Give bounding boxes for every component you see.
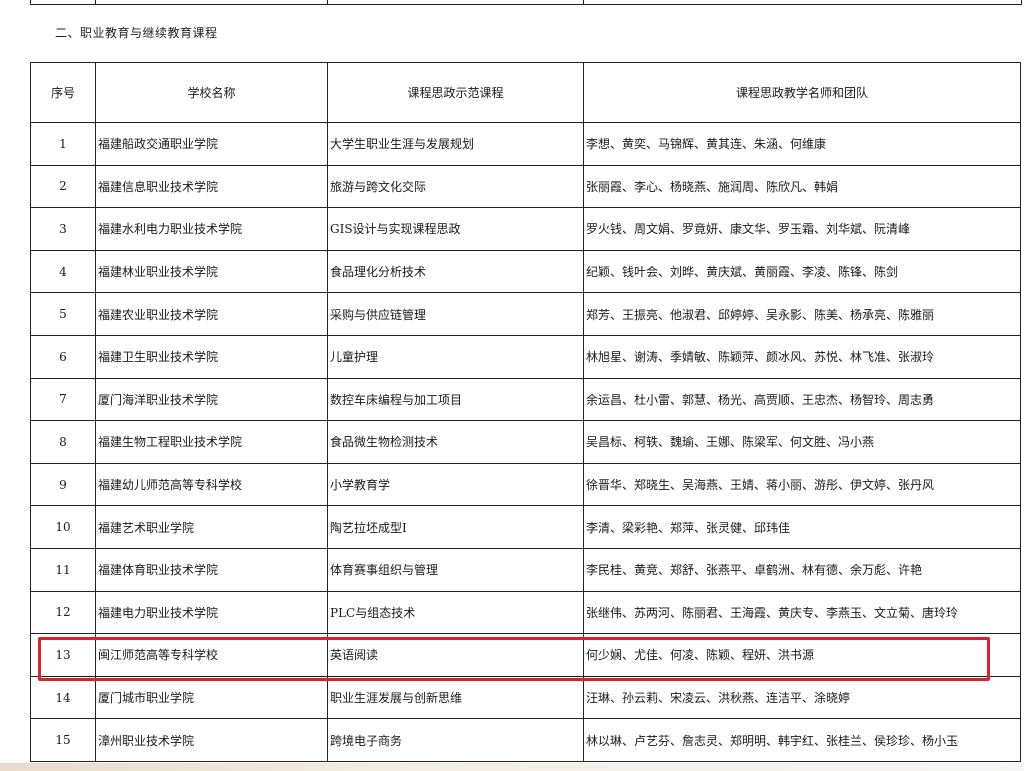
cell-index: 9 [30,462,96,507]
header-model-course: 课程思政示范课程 [327,62,584,123]
cell-teacher-team: 何少娴、尤佳、何凌、陈颖、程妍、洪书源 [583,633,1021,677]
table-row: 10 福建艺术职业学院 陶艺拉坯成型I 李清、梁彩艳、郑萍、张灵健、邱玮佳 [30,505,1021,549]
cell-index: 7 [30,377,96,422]
cell-course-name: 旅游与跨文化交际 [327,164,584,209]
cell-school-name: 福建艺术职业学院 [95,505,328,549]
cell-teacher-team: 李想、黄奕、马锦辉、黄其连、朱涵、何维康 [583,122,1021,166]
cell-index: 4 [30,249,96,294]
cell-index: 12 [30,590,96,635]
cell-course-name: 食品微生物检测技术 [327,420,584,464]
table-row: 5 福建农业职业技术学院 采购与供应链管理 郑芳、王振亮、他淑君、邱婷婷、吴永影、陈美… [30,292,1021,336]
cell-course-name: 儿童护理 [327,334,584,379]
cell-school-name: 福建幼儿师范高等专科学校 [95,462,328,507]
header-index: 序号 [30,62,96,123]
cell-school-name: 厦门海洋职业技术学院 [95,377,328,422]
cell-teacher-team: 吴昌标、柯轶、魏瑜、王娜、陈梁军、何文胜、冯小燕 [583,420,1021,464]
table-row: 15 漳州职业技术学院 跨境电子商务 林以琳、卢艺芬、詹志灵、郑明明、韩宇红、张桂兰、… [30,718,1021,762]
cell-school-name: 福建林业职业技术学院 [95,249,328,294]
header-school-name: 学校名称 [95,62,328,123]
course-table: 序号 学校名称 课程思政示范课程 课程思政教学名师和团队 1 福建船政交通职业学院… [30,62,1021,762]
cell-index: 11 [30,547,96,592]
table-row: 12 福建电力职业技术学院 PLC与组态技术 张继伟、苏两河、陈丽君、王海霞、黄庆专、… [30,590,1021,635]
cell-teacher-team: 李清、梁彩艳、郑萍、张灵健、邱玮佳 [583,505,1021,549]
table-row: 3 福建水利电力职业技术学院 GIS设计与实现课程思政 罗火钱、周文娟、罗竟妍、康文华… [30,207,1021,251]
cell-school-name: 福建电力职业技术学院 [95,590,328,635]
table-row: 13 闽江师范高等专科学校 英语阅读 何少娴、尤佳、何凌、陈颖、程妍、洪书源 [30,633,1021,677]
table-row: 9 福建幼儿师范高等专科学校 小学教育学 徐晋华、郑晓生、吴海燕、王婧、蒋小丽、游彤、… [30,462,1021,507]
cell-school-name: 福建信息职业技术学院 [95,164,328,209]
cell-teacher-team: 张继伟、苏两河、陈丽君、王海霞、黄庆专、李燕玉、文立菊、唐玲玲 [583,590,1021,635]
cell-teacher-team: 林以琳、卢艺芬、詹志灵、郑明明、韩宇红、张桂兰、侯珍珍、杨小玉 [583,718,1021,762]
table-row: 14 厦门城市职业学院 职业生涯发展与创新思维 汪琳、孙云莉、宋凌云、洪秋燕、连洁平、… [30,675,1021,720]
table-row: 4 福建林业职业技术学院 食品理化分析技术 纪颖、钱叶会、刘晔、黄庆斌、黄丽霞、李凌、… [30,249,1021,294]
table-row: 7 厦门海洋职业技术学院 数控车床编程与加工项目 余运昌、杜小雷、郭慧、杨光、高贾顺、… [30,377,1021,422]
cell-school-name: 闽江师范高等专科学校 [95,633,328,677]
cell-school-name: 厦门城市职业学院 [95,675,328,720]
table-row: 1 福建船政交通职业学院 大学生职业生涯与发展规划 李想、黄奕、马锦辉、黄其连、朱涵、… [30,122,1021,166]
cell-course-name: 大学生职业生涯与发展规划 [327,122,584,166]
table-row: 2 福建信息职业技术学院 旅游与跨文化交际 张丽霞、李心、杨晓燕、施润周、陈欣凡、韩娟 [30,164,1021,209]
window-bottom-strip [0,763,1024,771]
header-teacher-team: 课程思政教学名师和团队 [583,62,1021,123]
cell-school-name: 福建生物工程职业技术学院 [95,420,328,464]
cell-index: 13 [30,633,96,677]
cell-course-name: 小学教育学 [327,462,584,507]
cell-school-name: 福建卫生职业技术学院 [95,334,328,379]
cell-course-name: 数控车床编程与加工项目 [327,377,584,422]
cell-course-name: 陶艺拉坯成型I [327,505,584,549]
table-header-row: 序号 学校名称 课程思政示范课程 课程思政教学名师和团队 [30,62,1021,123]
cell-teacher-team: 余运昌、杜小雷、郭慧、杨光、高贾顺、王忠杰、杨智玲、周志勇 [583,377,1021,422]
cell-course-name: 职业生涯发展与创新思维 [327,675,584,720]
cell-teacher-team: 汪琳、孙云莉、宋凌云、洪秋燕、连洁平、涂晓婷 [583,675,1021,720]
cell-teacher-team: 徐晋华、郑晓生、吴海燕、王婧、蒋小丽、游彤、伊文婷、张丹风 [583,462,1021,507]
cell-course-name: 采购与供应链管理 [327,292,584,336]
cell-index: 5 [30,292,96,336]
cell-index: 1 [30,122,96,166]
table-row: 11 福建体育职业技术学院 体育赛事组织与管理 李民桂、黄竞、郑舒、张燕平、卓鹤洲、林… [30,547,1021,592]
previous-table-divider [583,0,584,4]
cell-course-name: 体育赛事组织与管理 [327,547,584,592]
previous-table-bottom-edge [30,0,1022,5]
cell-course-name: 食品理化分析技术 [327,249,584,294]
cell-school-name: 漳州职业技术学院 [95,718,328,762]
cell-school-name: 福建体育职业技术学院 [95,547,328,592]
cell-course-name: 跨境电子商务 [327,718,584,762]
cell-index: 10 [30,505,96,549]
previous-table-divider [95,0,96,4]
cell-course-name: GIS设计与实现课程思政 [327,207,584,251]
cell-index: 3 [30,207,96,251]
cell-index: 2 [30,164,96,209]
cell-school-name: 福建农业职业技术学院 [95,292,328,336]
cell-teacher-team: 李民桂、黄竞、郑舒、张燕平、卓鹤洲、林有德、余万彪、许艳 [583,547,1021,592]
cell-index: 14 [30,675,96,720]
table-row: 8 福建生物工程职业技术学院 食品微生物检测技术 吴昌标、柯轶、魏瑜、王娜、陈梁军、何… [30,420,1021,464]
cell-teacher-team: 林旭星、谢涛、季婧敏、陈颖萍、颜冰风、苏悦、林飞准、张淑玲 [583,334,1021,379]
cell-course-name: PLC与组态技术 [327,590,584,635]
cell-index: 6 [30,334,96,379]
cell-index: 8 [30,420,96,464]
previous-table-divider [327,0,328,4]
table-body: 1 福建船政交通职业学院 大学生职业生涯与发展规划 李想、黄奕、马锦辉、黄其连、朱涵、… [30,122,1021,762]
table-row: 6 福建卫生职业技术学院 儿童护理 林旭星、谢涛、季婧敏、陈颖萍、颜冰风、苏悦、林飞准… [30,334,1021,379]
cell-teacher-team: 罗火钱、周文娟、罗竟妍、康文华、罗玉霜、刘华斌、阮清峰 [583,207,1021,251]
section-heading: 二、职业教育与继续教育课程 [55,26,218,40]
cell-teacher-team: 张丽霞、李心、杨晓燕、施润周、陈欣凡、韩娟 [583,164,1021,209]
cell-school-name: 福建船政交通职业学院 [95,122,328,166]
cell-school-name: 福建水利电力职业技术学院 [95,207,328,251]
cell-index: 15 [30,718,96,762]
cell-course-name: 英语阅读 [327,633,584,677]
cell-teacher-team: 纪颖、钱叶会、刘晔、黄庆斌、黄丽霞、李凌、陈锋、陈剑 [583,249,1021,294]
cell-teacher-team: 郑芳、王振亮、他淑君、邱婷婷、吴永影、陈美、杨承亮、陈雅丽 [583,292,1021,336]
